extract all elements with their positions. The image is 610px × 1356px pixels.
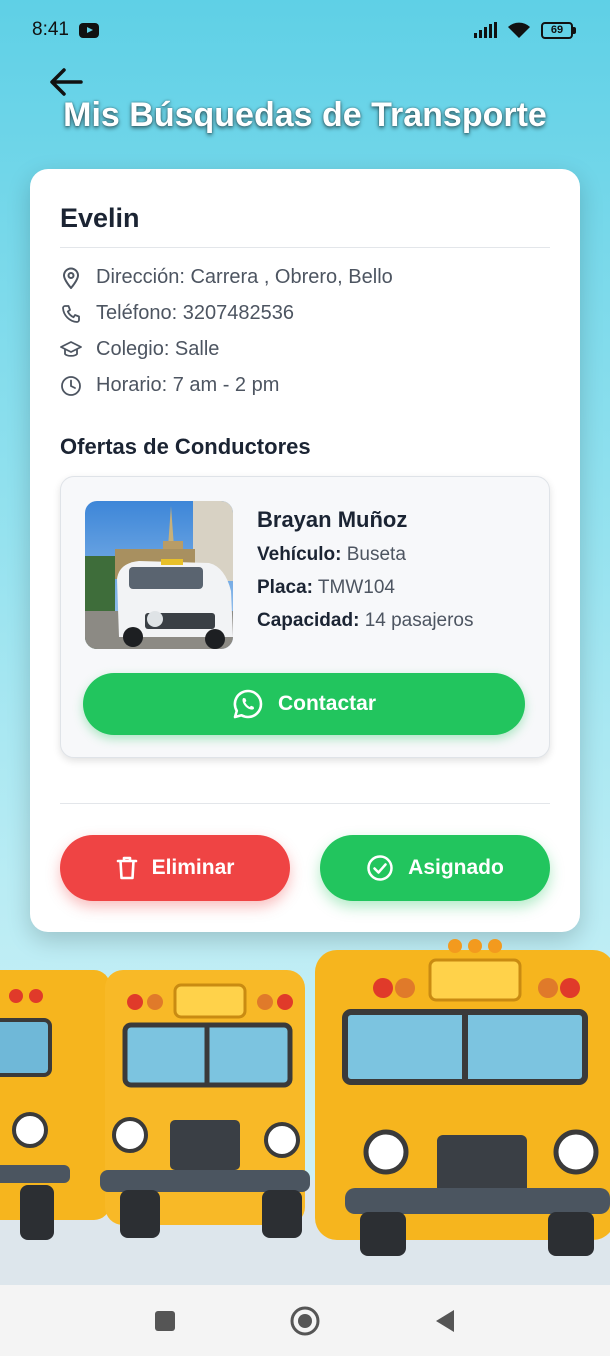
delete-label: Eliminar (151, 856, 235, 879)
bus-middle (100, 970, 310, 1238)
capacity-label: Capacidad: (257, 610, 360, 631)
vehicle-photo (85, 501, 233, 649)
status-right: 69 (474, 21, 576, 39)
location-pin-icon (60, 267, 82, 289)
home-button[interactable] (285, 1301, 325, 1341)
vehicle-value: Buseta (346, 544, 406, 565)
graduation-cap-icon (60, 339, 82, 361)
phone-text: Teléfono: 3207482536 (96, 302, 294, 324)
bus-right (315, 939, 610, 1256)
recents-square-icon (155, 1310, 175, 1331)
whatsapp-icon (233, 689, 263, 719)
arrow-left-icon (50, 68, 83, 96)
home-circle-icon (290, 1306, 320, 1335)
school-row: Colegio: Salle (60, 338, 219, 361)
page-title: Mis Búsquedas de Transporte (63, 96, 547, 134)
check-circle-icon (367, 855, 393, 881)
divider (60, 803, 550, 804)
driver-name: Brayan Muñoz (257, 507, 408, 532)
trash-icon (116, 856, 137, 880)
capacity-row: Capacidad: 14 pasajeros (257, 610, 474, 632)
phone-row: Teléfono: 3207482536 (60, 302, 294, 325)
address-row: Dirección: Carrera , Obrero, Bello (60, 266, 393, 289)
schedule-text: Horario: 7 am - 2 pm (96, 374, 280, 396)
contact-label: Contactar (277, 692, 377, 715)
student-name: Evelin (60, 203, 140, 233)
wifi-icon (508, 22, 530, 38)
status-time: 8:41 (32, 19, 69, 40)
battery-icon: 69 (541, 21, 576, 39)
school-text: Colegio: Salle (96, 338, 220, 360)
plate-value: TMW104 (317, 577, 395, 598)
signal-icon (474, 22, 497, 38)
offers-section-title: Ofertas de Conductores (60, 434, 311, 459)
system-back-button[interactable] (425, 1301, 465, 1341)
search-card: Evelin Dirección: Carrera , Obrero, Bell… (30, 169, 580, 932)
schedule-row: Horario: 7 am - 2 pm (60, 374, 279, 397)
address-text: Dirección: Carrera , Obrero, Bello (96, 266, 393, 288)
youtube-icon (78, 22, 99, 38)
back-button[interactable] (48, 64, 84, 100)
recents-button[interactable] (145, 1301, 185, 1341)
phone-icon (60, 303, 82, 325)
assigned-button[interactable]: Asignado (320, 835, 550, 901)
status-bar: 8:41 69 (0, 0, 610, 60)
battery-level: 69 (541, 21, 573, 39)
vehicle-label: Vehículo: (257, 544, 342, 565)
plate-label: Placa: (257, 577, 313, 598)
plate-row: Placa: TMW104 (257, 577, 395, 599)
school-buses-illustration (0, 939, 610, 1285)
system-nav-bar (0, 1285, 610, 1356)
vehicle-row: Vehículo: Buseta (257, 544, 406, 566)
status-left: 8:41 (32, 19, 99, 41)
clock-icon (60, 375, 82, 397)
divider (60, 247, 550, 248)
back-triangle-icon (436, 1309, 454, 1332)
assigned-label: Asignado (408, 856, 504, 879)
delete-button[interactable]: Eliminar (60, 835, 290, 901)
driver-offer-card: Brayan Muñoz Vehículo: Buseta Placa: TMW… (60, 476, 550, 758)
contact-button[interactable]: Contactar (83, 673, 525, 735)
bus-left (0, 970, 110, 1240)
capacity-value: 14 pasajeros (364, 610, 474, 631)
